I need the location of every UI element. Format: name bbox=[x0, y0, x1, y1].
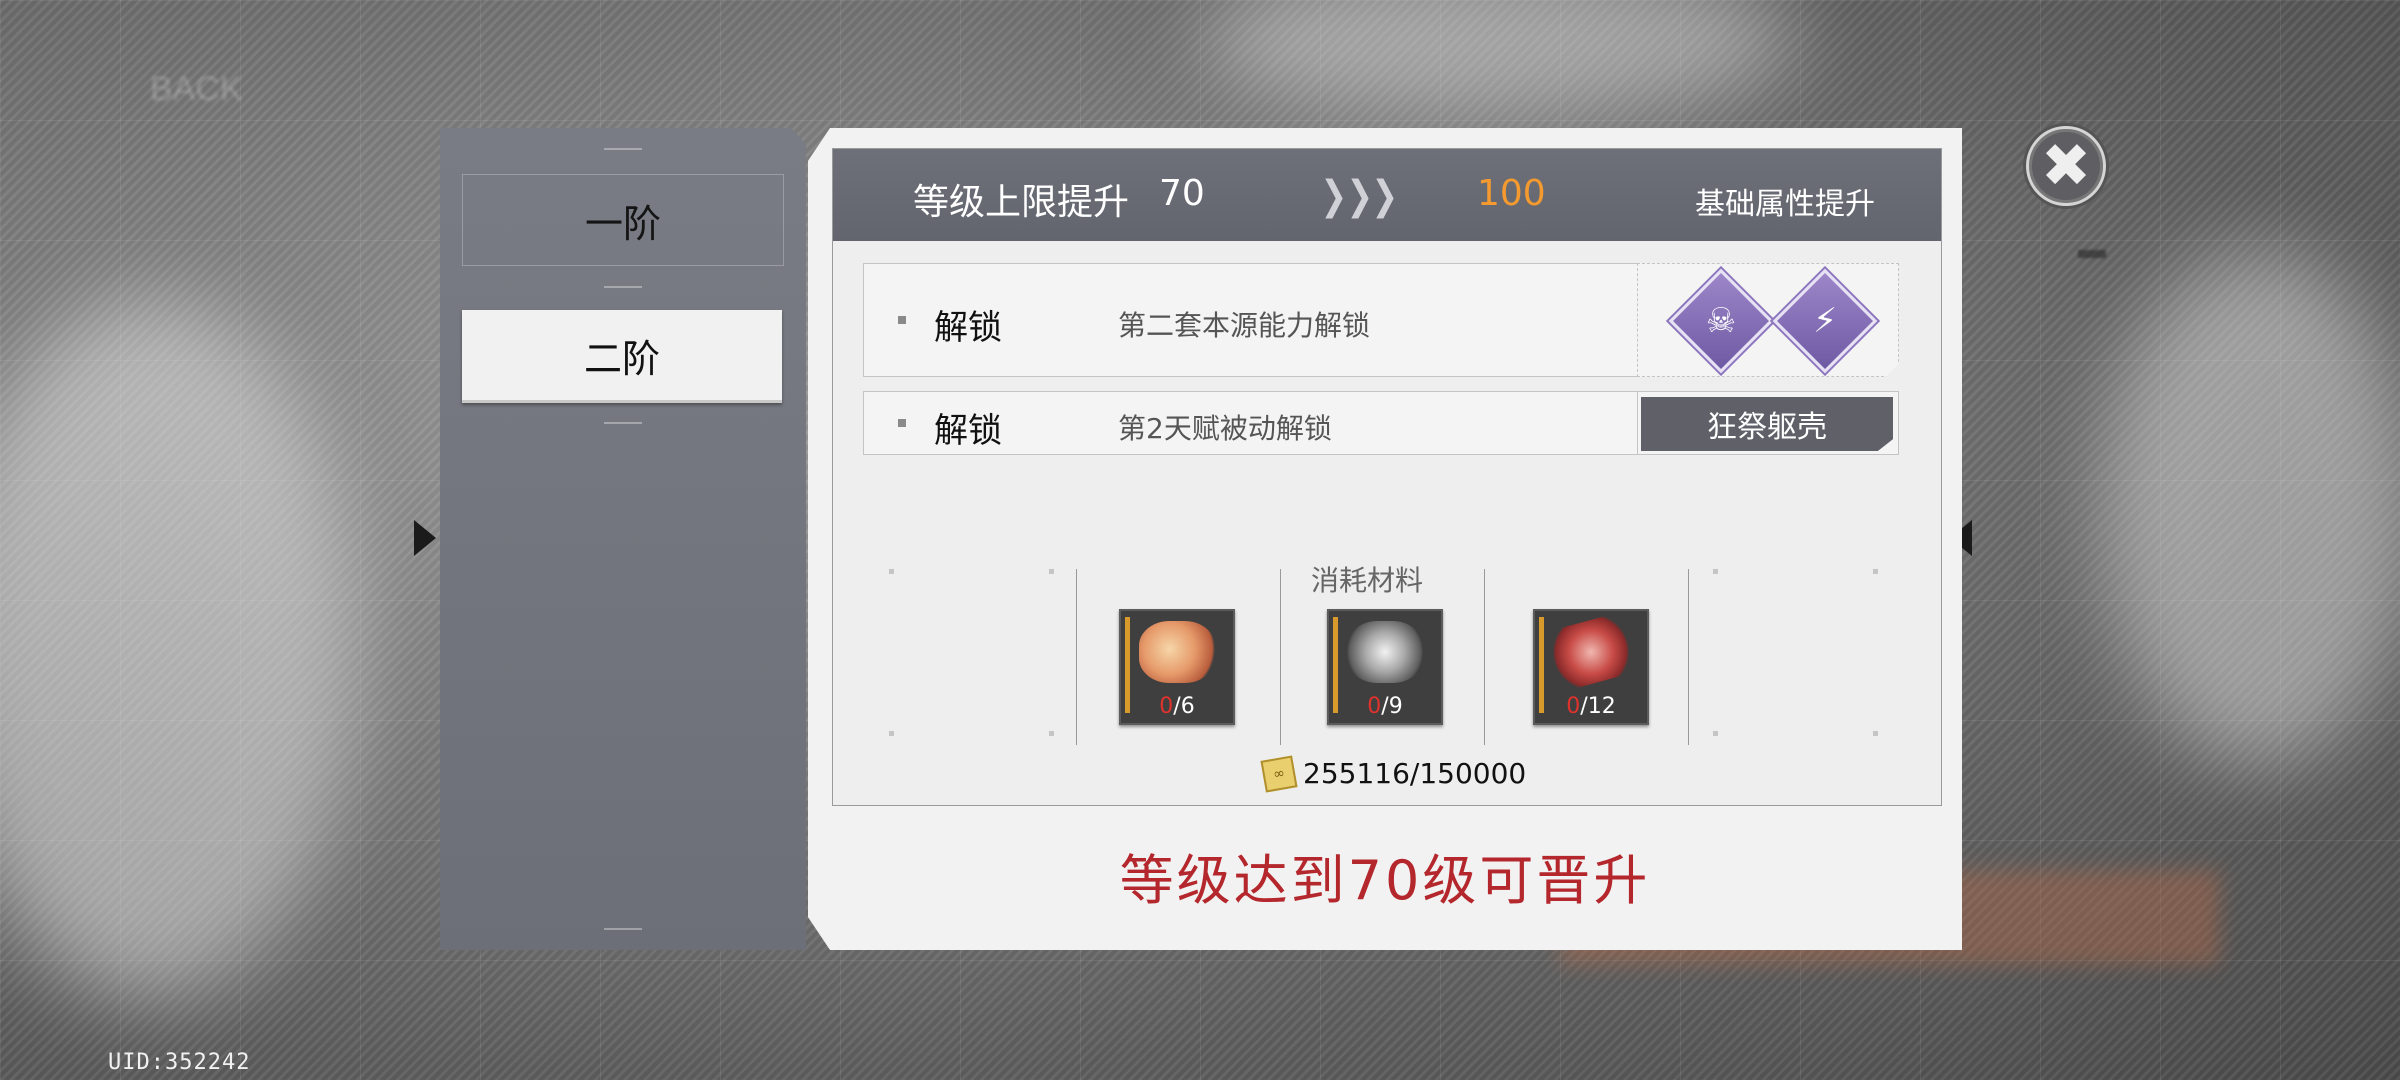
unlock-row-talent: 解锁 第2天赋被动解锁 bbox=[863, 391, 1639, 455]
divider-dot bbox=[1713, 731, 1718, 736]
bullet-icon bbox=[898, 419, 906, 427]
divider bbox=[604, 148, 642, 150]
material-count: 0/9 bbox=[1367, 694, 1403, 719]
bullet-icon bbox=[898, 316, 906, 324]
tier-2-tab[interactable]: 二阶 bbox=[462, 310, 782, 403]
material-slot[interactable]: 0/12 bbox=[1533, 609, 1649, 725]
wolf-skill-icon[interactable]: ☠ bbox=[1668, 268, 1774, 374]
divider-dot bbox=[1873, 569, 1878, 574]
flower-material-icon bbox=[1139, 621, 1215, 683]
divider bbox=[1688, 569, 1689, 745]
material-count: 0/12 bbox=[1566, 694, 1616, 719]
chevron-right-icon: ❯ ❯ ❯ bbox=[1320, 173, 1399, 219]
currency-value: 255116/150000 bbox=[1303, 757, 1527, 790]
divider-dot bbox=[1049, 731, 1054, 736]
material-slot[interactable]: 0/9 bbox=[1327, 609, 1443, 725]
left-arrow-icon bbox=[414, 520, 436, 556]
unlock-description: 第2天赋被动解锁 bbox=[1118, 412, 1332, 445]
talent-name: 狂祭躯壳 bbox=[1707, 410, 1827, 445]
material-slot[interactable]: 0/6 bbox=[1119, 609, 1235, 725]
uid-label: UID:352242 bbox=[108, 1050, 251, 1075]
divider-dot bbox=[1049, 569, 1054, 574]
close-button[interactable]: ✖ bbox=[2026, 126, 2106, 206]
unlock-label: 解锁 bbox=[934, 411, 1002, 451]
divider-dot bbox=[1713, 569, 1718, 574]
ability-icons-box: ☠ ⚡ bbox=[1637, 263, 1899, 377]
promotion-details-frame: 等级上限提升 70 ❯ ❯ ❯ 100 基础属性提升 解锁 第二套本源能力解锁 ☠ … bbox=[832, 148, 1942, 806]
level-cap-to: 100 bbox=[1477, 173, 1546, 214]
promotion-requirement: 等级达到70级可晋升 bbox=[1119, 849, 1651, 912]
materials-title: 消耗材料 bbox=[1311, 564, 1424, 597]
base-attribute-label: 基础属性提升 bbox=[1695, 187, 1875, 222]
tier-panel: 一阶 二阶 bbox=[440, 128, 806, 950]
level-cap-header: 等级上限提升 70 ❯ ❯ ❯ 100 基础属性提升 bbox=[833, 149, 1941, 241]
divider-dot bbox=[889, 569, 894, 574]
divider bbox=[1280, 569, 1281, 745]
background-tag bbox=[2078, 250, 2106, 258]
divider-dot bbox=[889, 731, 894, 736]
divider bbox=[604, 286, 642, 288]
tier-1-tab[interactable]: 一阶 bbox=[462, 174, 784, 266]
tier-1-label: 一阶 bbox=[584, 201, 661, 246]
currency-row: ∞ 255116/150000 bbox=[1260, 754, 1527, 793]
level-cap-label: 等级上限提升 bbox=[913, 182, 1130, 223]
tier-2-label: 二阶 bbox=[583, 336, 660, 381]
divider bbox=[1076, 569, 1077, 745]
promotion-card: 等级上限提升 70 ❯ ❯ ❯ 100 基础属性提升 解锁 第二套本源能力解锁 ☠ … bbox=[808, 128, 1962, 950]
talent-button[interactable]: 狂祭躯壳 bbox=[1641, 397, 1893, 451]
background-back-text: BACK bbox=[150, 70, 243, 108]
unlock-description: 第二套本源能力解锁 bbox=[1118, 309, 1371, 342]
background-blur bbox=[2100, 250, 2400, 770]
divider bbox=[604, 422, 642, 424]
level-cap-from: 70 bbox=[1159, 173, 1205, 214]
card-material-icon bbox=[1546, 612, 1636, 692]
material-count: 0/6 bbox=[1159, 694, 1195, 719]
divider bbox=[1484, 569, 1485, 745]
close-icon: ✖ bbox=[2040, 131, 2092, 201]
divider-dot bbox=[1873, 731, 1878, 736]
unlock-row-ability: 解锁 第二套本源能力解锁 bbox=[863, 263, 1639, 377]
unlock-label: 解锁 bbox=[934, 308, 1002, 348]
coin-icon: ∞ bbox=[1260, 754, 1298, 793]
ore-material-icon bbox=[1347, 621, 1423, 683]
divider bbox=[604, 928, 642, 930]
lightning-skill-icon[interactable]: ⚡ bbox=[1772, 268, 1878, 374]
